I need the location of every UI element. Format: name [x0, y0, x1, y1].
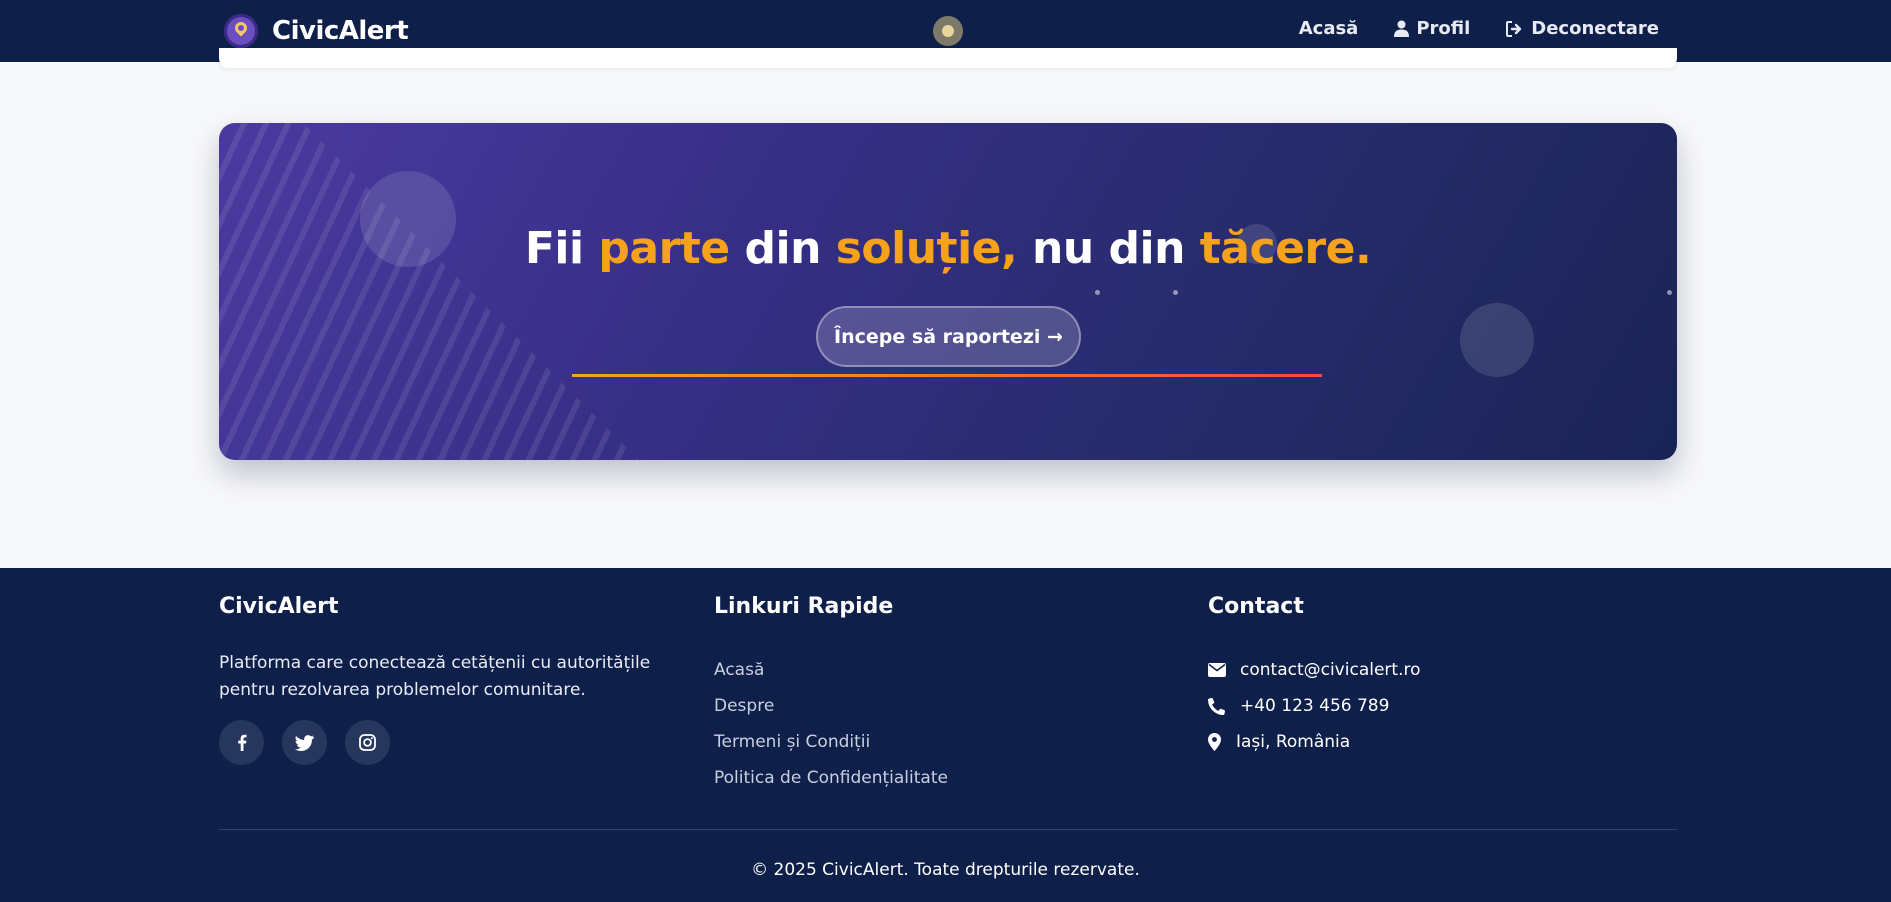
footer-about-title: CivicAlert — [219, 594, 339, 619]
contact-location: Iași, România — [1208, 724, 1421, 760]
nav-link-label: Deconectare — [1531, 18, 1659, 39]
facebook-icon — [237, 734, 246, 751]
brand-name: CivicAlert — [272, 16, 409, 46]
footer-about-text: Platforma care conectează cetățenii cu a… — [219, 653, 651, 700]
cta-title-word: din — [744, 223, 821, 274]
quick-links-list: Acasă Despre Termeni și Condiții Politic… — [714, 652, 948, 796]
cta-title-highlight: parte — [598, 223, 730, 274]
nav-link-deconectare[interactable]: Deconectare — [1506, 18, 1659, 39]
social-instagram-button[interactable] — [345, 720, 390, 765]
cta-title-highlight: tăcere. — [1199, 223, 1372, 274]
contact-list: contact@civicalert.ro +40 123 456 789 Ia… — [1208, 652, 1421, 760]
decorative-stripes — [219, 123, 639, 460]
nav-link-acasa[interactable]: Acasă — [1299, 18, 1359, 39]
footer-divider — [219, 829, 1677, 830]
cta-underline — [572, 374, 1322, 377]
site-footer: CivicAlert Platforma care conectează cet… — [0, 568, 1891, 902]
nav-link-label: Profil — [1416, 18, 1471, 39]
footer-link-acasa[interactable]: Acasă — [714, 652, 948, 688]
user-icon — [1394, 20, 1410, 37]
footer-link-termeni[interactable]: Termeni și Condiții — [714, 724, 948, 760]
footer-contact-title: Contact — [1208, 594, 1304, 619]
contact-email-text: contact@civicalert.ro — [1240, 660, 1421, 680]
phone-icon — [1208, 697, 1225, 715]
cta-title-word: nu — [1032, 223, 1094, 274]
nav-link-label: Acasă — [1298, 18, 1359, 39]
instagram-icon — [359, 734, 376, 751]
contact-location-text: Iași, România — [1236, 732, 1351, 752]
contact-phone-text: +40 123 456 789 — [1240, 696, 1390, 716]
nav-link-profil[interactable]: Profil — [1394, 18, 1470, 39]
copyright-text: © 2025 CivicAlert. Toate drepturile reze… — [751, 860, 1140, 880]
decorative-circle — [1460, 303, 1534, 377]
location-pin-logo-icon — [224, 14, 258, 48]
sign-out-icon — [1506, 20, 1522, 37]
decorative-dot — [1095, 290, 1100, 295]
footer-quick-links-title: Linkuri Rapide — [714, 594, 894, 619]
cta-title-word: Fii — [524, 223, 584, 274]
start-reporting-button[interactable]: Începe să raportezi → — [816, 306, 1081, 367]
nav-links: Acasă Profil Deconectare — [1299, 18, 1659, 39]
cta-title-word: din — [1108, 223, 1186, 274]
brand-link[interactable]: CivicAlert — [224, 14, 409, 48]
twitter-icon — [295, 734, 314, 751]
cta-banner: Fii parte din soluție, nu din tăcere. În… — [219, 123, 1677, 460]
decorative-dot — [1667, 290, 1672, 295]
social-facebook-button[interactable] — [219, 720, 264, 765]
cta-title-highlight: soluție, — [835, 223, 1018, 274]
theme-toggle-icon[interactable] — [933, 16, 963, 46]
footer-link-confidentialitate[interactable]: Politica de Confidențialitate — [714, 760, 948, 796]
social-links — [219, 720, 390, 765]
social-twitter-button[interactable] — [282, 720, 327, 765]
map-marker-icon — [1208, 733, 1221, 751]
footer-link-despre[interactable]: Despre — [714, 688, 948, 724]
content-card-bottom-edge — [219, 48, 1677, 68]
contact-email: contact@civicalert.ro — [1208, 652, 1421, 688]
decorative-dot — [1173, 290, 1178, 295]
envelope-icon — [1208, 663, 1226, 677]
contact-phone: +40 123 456 789 — [1208, 688, 1421, 724]
cta-title: Fii parte din soluție, nu din tăcere. — [219, 223, 1677, 274]
